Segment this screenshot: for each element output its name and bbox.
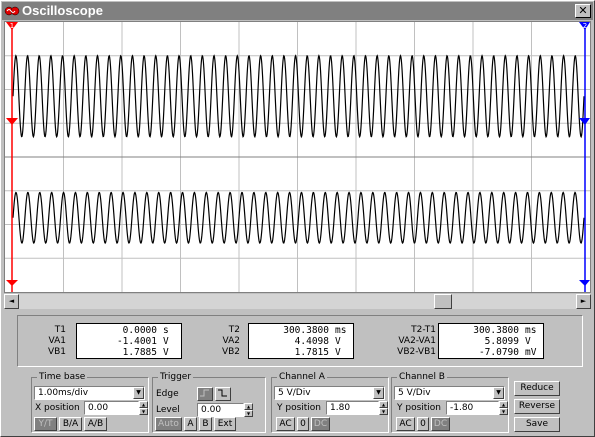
scope-grid (5, 22, 590, 292)
trigger-a-button[interactable]: A (184, 417, 197, 431)
channel-b-scale-select[interactable]: 5 V/Div ▼ (394, 386, 505, 400)
readout-vb2-vb1: -7.0790 mV (478, 347, 537, 358)
rising-edge-button[interactable] (197, 387, 213, 401)
label-vb2-vb1: VB2-VB1 (397, 347, 436, 357)
x-position-input[interactable]: 0.00 (84, 401, 139, 415)
timebase-legend: Time base (37, 372, 88, 383)
scroll-right-button[interactable]: ► (576, 294, 591, 309)
readout-vb1: 1.7885 V (122, 347, 169, 358)
cursor-2-label: 2 (583, 22, 587, 30)
channel-a-legend: Channel A (277, 372, 327, 383)
rising-edge-icon (200, 389, 209, 397)
label-t1: T1 (54, 325, 66, 335)
chevron-down-icon[interactable]: ▼ (493, 387, 504, 399)
label-va1: VA1 (48, 336, 66, 346)
reverse-button[interactable]: Reverse (514, 399, 560, 414)
trigger-group: Trigger Edge Level 0.00 ▲ ▼ Auto A B Ext (152, 372, 266, 433)
trigger-level-spinner[interactable]: ▲ ▼ (244, 403, 253, 417)
channel-b-y-position-input[interactable]: -1.80 (446, 401, 499, 415)
label-t2-t1: T2-T1 (411, 325, 436, 335)
label-vb1: VB1 (47, 347, 66, 357)
channel-b-ac-button[interactable]: AC (396, 417, 415, 431)
cursor-readout-panel: T1 VA1 VB1 0.0000 s -1.4001 V 1.7885 V T2 V… (17, 315, 583, 367)
label-t2: T2 (228, 325, 240, 335)
reduce-button[interactable]: Reduce (514, 381, 560, 396)
level-label: Level (156, 405, 180, 415)
channel-a-ac-button[interactable]: AC (276, 417, 295, 431)
channel-a-group: Channel A 5 V/Div ▼ Y position 1.80 ▲ ▼ A… (271, 372, 389, 433)
readout-va1: -1.4001 V (116, 336, 169, 347)
readout-col1-box: 0.0000 s -1.4001 V 1.7885 V (76, 323, 182, 359)
scope-display[interactable]: 1 2 (4, 21, 591, 293)
title-bar: Oscilloscope ✕ (2, 2, 593, 20)
chevron-down-icon[interactable]: ▼ (373, 387, 384, 399)
trigger-ext-button[interactable]: Ext (214, 417, 236, 431)
ba-button[interactable]: B/A (59, 417, 82, 431)
channel-a-trace (12, 54, 585, 139)
edge-label: Edge (156, 389, 179, 399)
channel-a-zero-button[interactable]: 0 (297, 417, 309, 431)
channel-b-trace (12, 191, 585, 245)
channel-b-group: Channel B 5 V/Div ▼ Y position -1.80 ▲ ▼ … (391, 372, 509, 433)
readout-t1: 0.0000 s (122, 325, 169, 336)
x-position-spinner[interactable]: ▲ ▼ (139, 401, 148, 415)
timebase-select[interactable]: 1.00ms/div ▼ (34, 386, 145, 400)
channel-a-y-position-input[interactable]: 1.80 (326, 401, 379, 415)
label-vb2: VB2 (221, 347, 240, 357)
label-va2-va1: VA2-VA1 (398, 336, 436, 346)
trigger-legend: Trigger (158, 372, 194, 383)
falling-edge-button[interactable] (215, 387, 231, 401)
channel-b-zero-button[interactable]: 0 (417, 417, 429, 431)
falling-edge-icon (218, 389, 227, 397)
trigger-level-input[interactable]: 0.00 (197, 403, 244, 417)
oscilloscope-app-icon (4, 6, 20, 16)
channel-a-dc-button[interactable]: DC (311, 417, 330, 431)
yt-button[interactable]: Y/T (34, 417, 57, 431)
channel-a-y-position-spinner[interactable]: ▲ ▼ (379, 401, 388, 415)
readout-va2: 4.4098 V (294, 336, 341, 347)
scroll-left-button[interactable]: ◄ (4, 294, 19, 309)
timebase-value: 1.00ms/div (38, 388, 89, 398)
channel-a-scale-value: 5 V/Div (278, 388, 311, 398)
channel-b-scale-value: 5 V/Div (398, 388, 431, 398)
channel-b-y-position-spinner[interactable]: ▲ ▼ (499, 401, 508, 415)
window-title: Oscilloscope (22, 3, 103, 18)
timebase-group: Time base 1.00ms/div ▼ X position 0.00 ▲… (31, 372, 149, 433)
oscilloscope-window: Oscilloscope ✕ 1 2 ◄ ► T1 VA1 VB1 0.0000… (0, 0, 595, 437)
channel-b-legend: Channel B (397, 372, 447, 383)
channel-b-dc-button[interactable]: DC (431, 417, 450, 431)
x-position-label: X position (35, 403, 80, 413)
save-button[interactable]: Save (514, 417, 560, 432)
scope-screen: 1 2 (5, 22, 590, 292)
ab-button[interactable]: A/B (84, 417, 107, 431)
readout-t2: 300.3800 ms (283, 325, 347, 336)
trigger-b-button[interactable]: B (199, 417, 212, 431)
readout-col2-box: 300.3800 ms 4.4098 V 1.7815 V (248, 323, 354, 359)
label-va2: VA2 (222, 336, 240, 346)
scrollbar-thumb[interactable] (434, 294, 453, 309)
channel-b-y-position-label: Y position (397, 403, 442, 413)
chevron-down-icon[interactable]: ▼ (133, 387, 144, 399)
horizontal-scrollbar[interactable]: ◄ ► (4, 294, 591, 309)
readout-va2-va1: 5.8099 V (484, 336, 531, 347)
readout-vb2: 1.7815 V (294, 347, 341, 358)
readout-col3-box: 300.3800 ms 5.8099 V -7.0790 mV (438, 323, 544, 359)
cursor-1-label: 1 (10, 22, 14, 30)
trigger-auto-button[interactable]: Auto (155, 417, 182, 431)
close-button[interactable]: ✕ (575, 4, 591, 18)
readout-t2-t1: 300.3800 ms (473, 325, 537, 336)
channel-a-y-position-label: Y position (277, 403, 322, 413)
channel-a-scale-select[interactable]: 5 V/Div ▼ (274, 386, 385, 400)
